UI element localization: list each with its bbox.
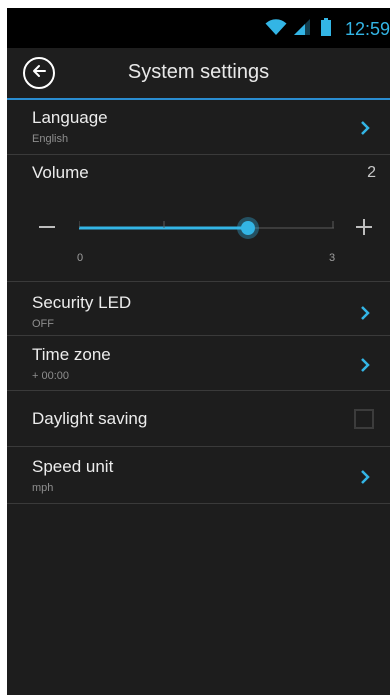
volume-increase-button[interactable]: [354, 217, 374, 237]
setting-security-led-value: OFF: [32, 318, 54, 330]
chevron-right-icon: [358, 469, 372, 485]
setting-time-zone[interactable]: Time zone + 00:00: [7, 336, 390, 391]
signal-icon: [293, 18, 311, 41]
phone-screen: 12:59 System settings Language English V…: [7, 8, 390, 695]
setting-daylight-saving-title: Daylight saving: [32, 409, 148, 428]
setting-volume: Volume 2 0 3: [7, 155, 390, 282]
setting-speed-unit-title: Speed unit: [32, 457, 114, 476]
chevron-right-icon: [358, 305, 372, 321]
volume-value: 2: [367, 164, 376, 181]
setting-language-value: English: [32, 133, 69, 145]
settings-list: Language English Volume 2 0 3 Security L…: [7, 100, 390, 504]
chevron-right-icon: [358, 357, 372, 373]
wifi-icon: [265, 18, 287, 41]
volume-min-label: 0: [77, 252, 84, 264]
status-icons: 12:59: [265, 17, 390, 41]
volume-decrease-button[interactable]: [37, 217, 57, 237]
setting-security-led[interactable]: Security LED OFF: [7, 282, 390, 336]
page-title: System settings: [127, 61, 270, 83]
volume-slider-thumb[interactable]: [237, 217, 259, 239]
setting-time-zone-value: + 00:00: [32, 370, 70, 382]
daylight-saving-checkbox[interactable]: [354, 409, 374, 429]
setting-security-led-title: Security LED: [32, 293, 132, 312]
status-time: 12:59: [344, 18, 390, 39]
setting-speed-unit[interactable]: Speed unit mph: [7, 447, 390, 504]
setting-language-title: Language: [32, 108, 108, 127]
app-bar: System settings: [7, 48, 390, 100]
setting-volume-title: Volume: [32, 163, 89, 182]
setting-speed-unit-value: mph: [32, 482, 54, 494]
status-bar: 12:59: [7, 8, 390, 48]
volume-max-label: 3: [329, 252, 336, 264]
battery-icon: [320, 17, 331, 41]
setting-daylight-saving[interactable]: Daylight saving: [7, 391, 390, 447]
minus-icon: [37, 224, 57, 241]
chevron-right-icon: [358, 120, 372, 136]
setting-time-zone-title: Time zone: [32, 345, 111, 364]
volume-slider[interactable]: [79, 217, 334, 239]
setting-language[interactable]: Language English: [7, 100, 390, 155]
plus-icon: [354, 219, 374, 241]
